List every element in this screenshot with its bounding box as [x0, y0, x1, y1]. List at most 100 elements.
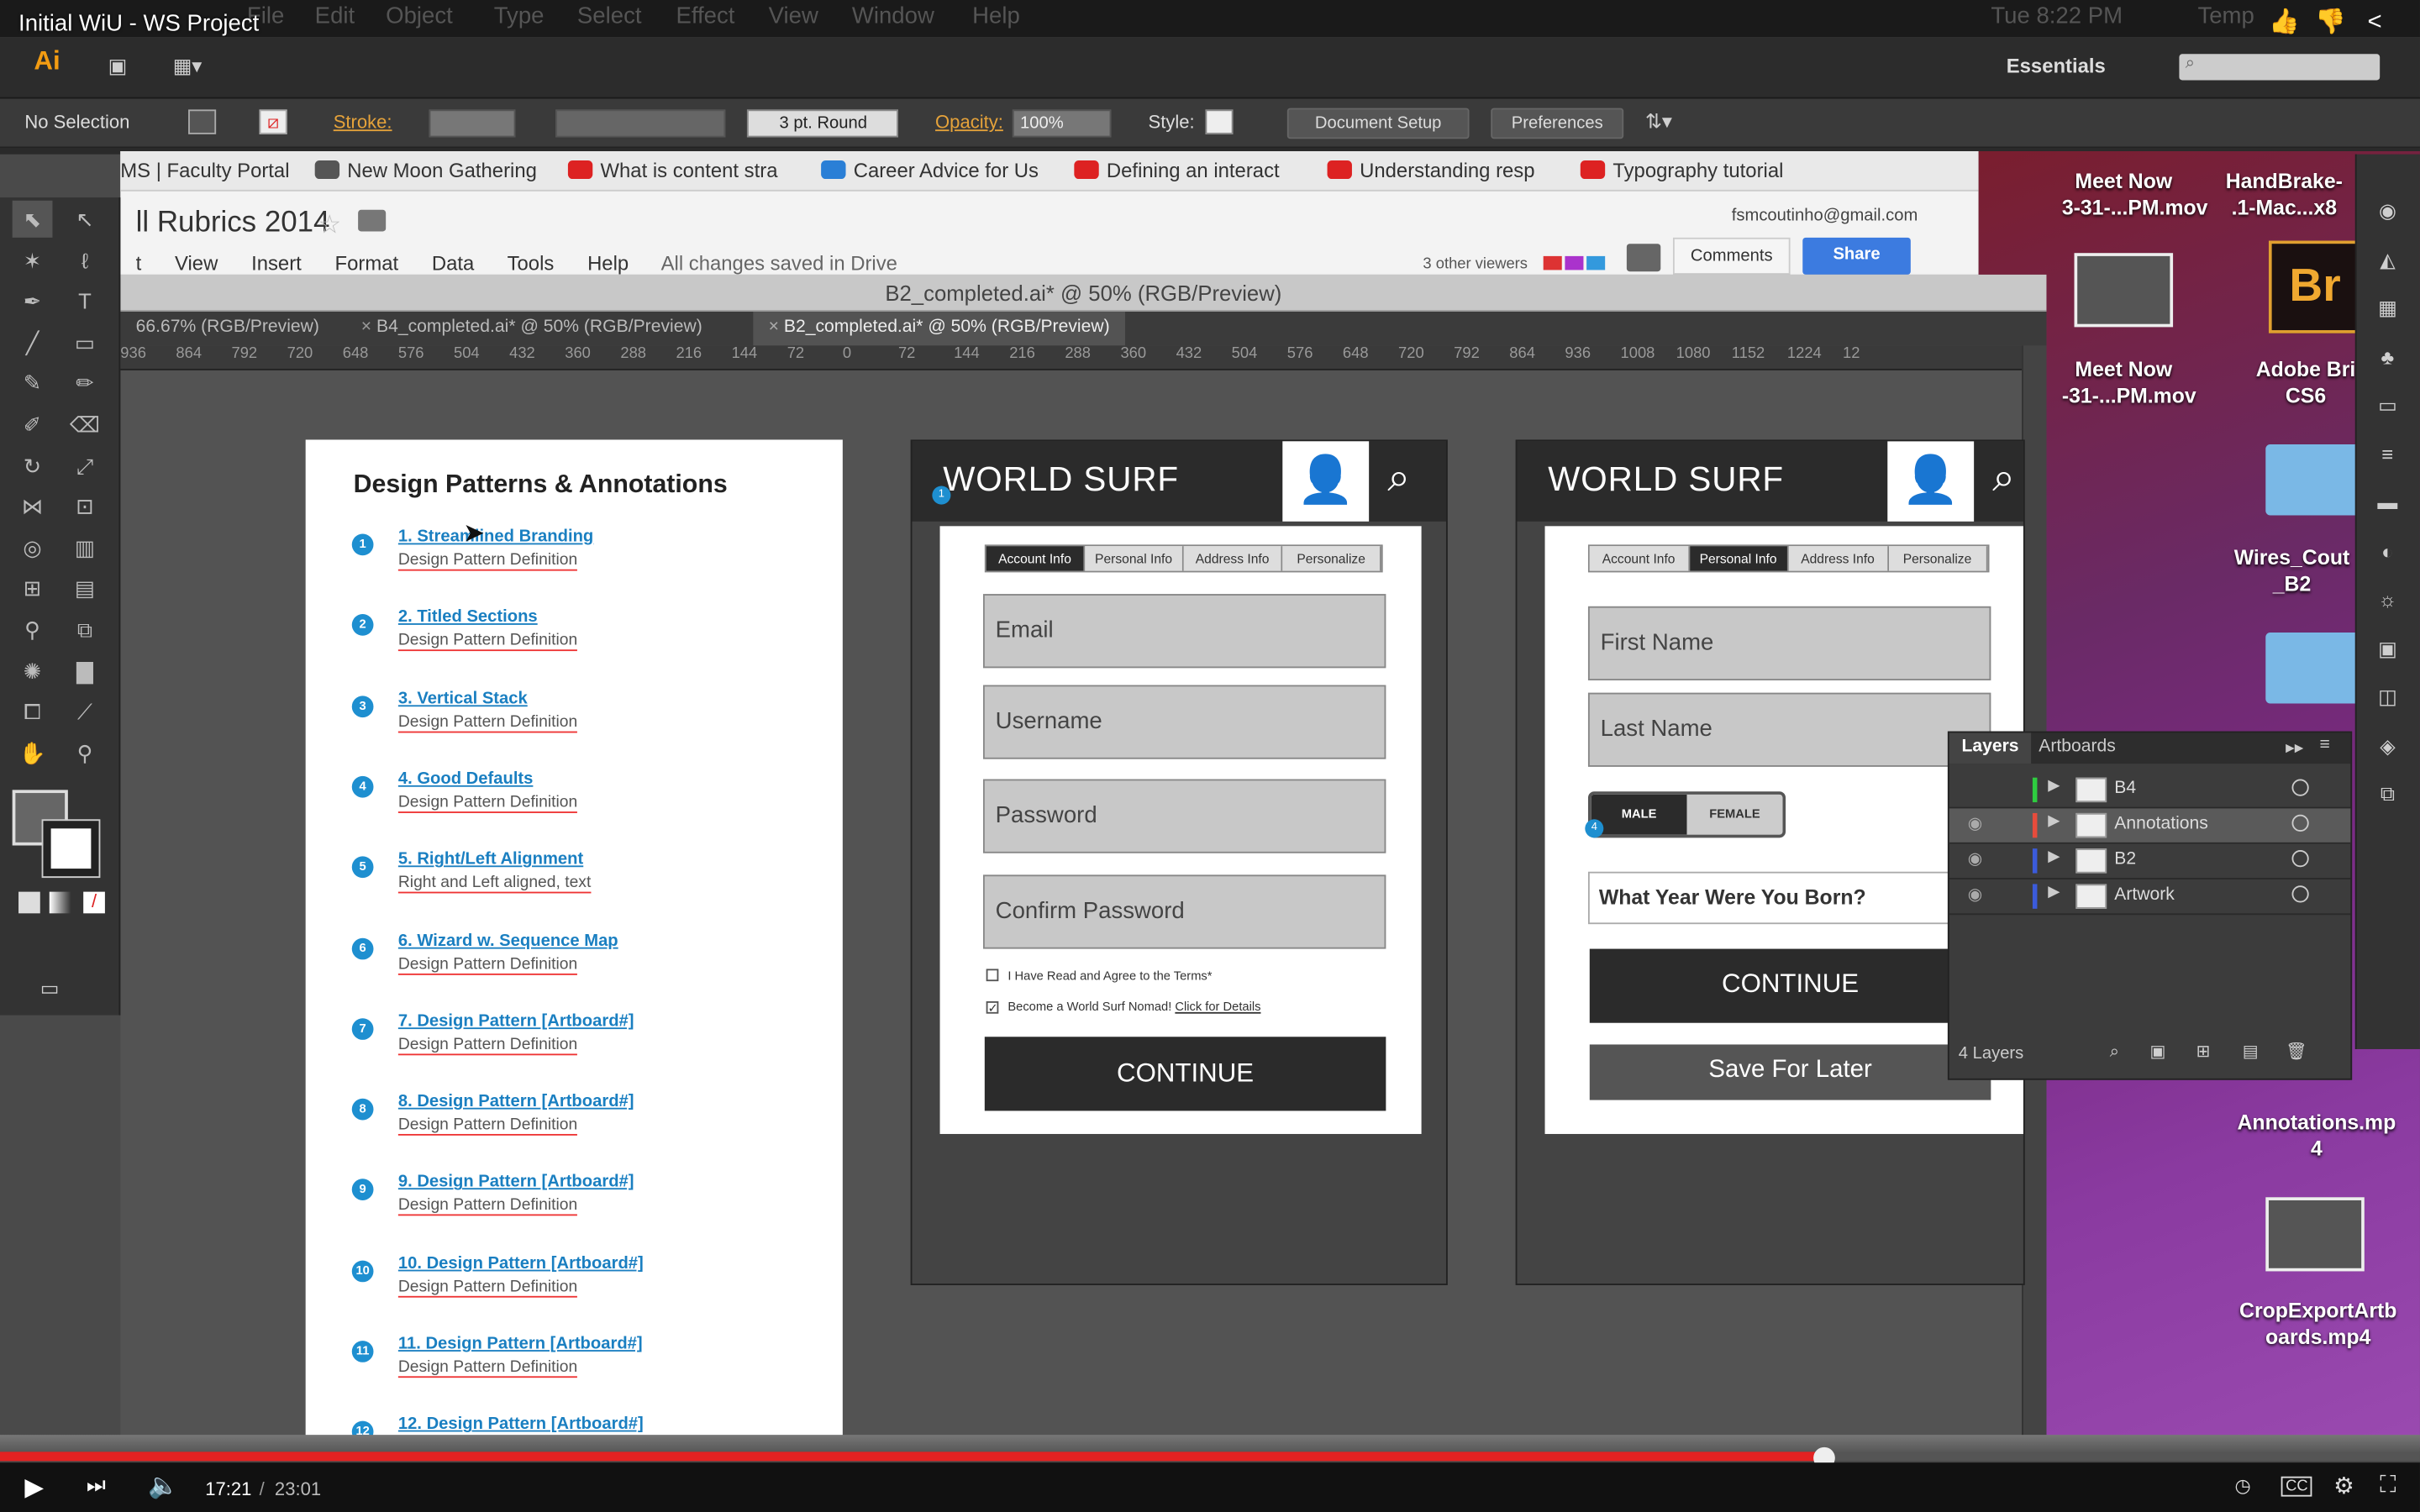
details-link[interactable]: Click for Details — [1175, 1000, 1260, 1014]
rectangle-tool-icon[interactable]: ▭ — [65, 323, 105, 360]
free-transform-tool-icon[interactable]: ⊡ — [65, 488, 105, 525]
folder-icon[interactable] — [2265, 444, 2362, 516]
visibility-eye-icon[interactable]: ◉ — [1968, 848, 1983, 869]
terms-checkbox[interactable]: I Have Read and Agree to the Terms* — [986, 969, 1212, 983]
shape-builder-tool-icon[interactable]: ◎ — [13, 529, 53, 566]
continue-button[interactable]: CONTINUE — [984, 1037, 1386, 1111]
bookmark-typography[interactable]: Typography tutorial — [1580, 159, 1783, 182]
bookmark-understanding-responsive[interactable]: Understanding resp — [1327, 159, 1535, 182]
bookmark-faculty-portal[interactable]: MS | Faculty Portal — [120, 159, 289, 182]
target-circle-icon[interactable] — [2291, 850, 2309, 868]
desktop-app-bridge[interactable]: Adobe Bri CS6 — [2244, 356, 2368, 408]
new-layer-icon[interactable]: ▤ — [2243, 1035, 2259, 1068]
brush-icon[interactable]: ◭ — [2370, 243, 2404, 276]
screen-mode-icon[interactable]: ▭ — [40, 972, 60, 1005]
workspace-switcher[interactable]: Essentials — [2007, 54, 2106, 77]
chat-icon[interactable] — [1626, 244, 1661, 272]
step-account-info[interactable]: Account Info — [1589, 546, 1690, 571]
desktop-file-annotations[interactable]: Annotations.mp 4 — [2232, 1110, 2402, 1162]
annotation-title-link[interactable]: 3. Vertical Stack — [398, 689, 528, 707]
document-setup-button[interactable]: Document Setup — [1286, 108, 1470, 139]
fullscreen-icon[interactable]: ⛶ — [2380, 1472, 2396, 1498]
magic-wand-tool-icon[interactable]: ✶ — [13, 242, 53, 279]
expand-triangle-icon[interactable]: ▶ — [2048, 848, 2060, 865]
stroke-weight-field[interactable] — [429, 109, 516, 138]
color-guide-icon[interactable]: ▭ — [2370, 389, 2404, 423]
dislike-icon[interactable]: 👎 — [2315, 6, 2346, 39]
image-trace-icon[interactable]: ◫ — [2370, 680, 2404, 714]
zoom-tool-icon[interactable]: ⚲ — [65, 734, 105, 771]
annotation-title-link[interactable]: 6. Wizard w. Sequence Map — [398, 931, 618, 949]
expand-triangle-icon[interactable]: ▶ — [2048, 778, 2060, 795]
tab-artboards[interactable]: Artboards — [2039, 738, 2116, 756]
swatches-icon[interactable]: ▣ — [2370, 632, 2404, 665]
user-icon[interactable]: 👤 — [1887, 441, 1975, 522]
volume-icon[interactable]: 🔈 — [148, 1470, 179, 1501]
target-circle-icon[interactable] — [2291, 885, 2309, 903]
watch-later-icon[interactable]: ◷ — [2235, 1475, 2251, 1497]
save-for-later-button[interactable]: Save For Later — [1589, 1044, 1991, 1100]
share-button[interactable]: Share — [1802, 237, 1911, 275]
scale-tool-icon[interactable]: ⤢ — [65, 447, 105, 484]
confirm-password-field[interactable]: Confirm Password — [982, 874, 1386, 949]
color-mode-icon[interactable] — [18, 891, 40, 914]
target-circle-icon[interactable] — [2291, 779, 2309, 796]
bookmark-defining-interaction[interactable]: Defining an interact — [1074, 159, 1280, 182]
menu-effect[interactable]: Effect — [676, 3, 734, 29]
paintbrush-tool-icon[interactable]: ✎ — [13, 365, 53, 402]
play-icon[interactable]: ▶ — [24, 1472, 44, 1503]
menu-type[interactable]: Type — [494, 3, 544, 29]
step-personal-info[interactable]: Personal Info — [1085, 546, 1184, 571]
eyedropper-tool-icon[interactable]: ⚲ — [13, 611, 53, 648]
selection-tool-icon[interactable]: ⬉ — [12, 200, 53, 238]
opacity-field[interactable]: 100% — [1012, 109, 1112, 138]
column-graph-tool-icon[interactable]: ▇ — [65, 652, 105, 689]
like-icon[interactable]: 👍 — [2269, 6, 2300, 39]
search-icon[interactable]: ⌕ — [1387, 454, 1410, 503]
next-icon[interactable]: ⏭ — [87, 1472, 106, 1498]
opacity-label[interactable]: Opacity: — [935, 111, 1003, 133]
annotation-title-link[interactable]: 5. Right/Left Alignment — [398, 850, 583, 869]
desktop-folder-wires[interactable]: Wires_Cout _B2 — [2223, 544, 2361, 596]
symbol-sprayer-tool-icon[interactable]: ✺ — [13, 652, 53, 689]
gradient-icon[interactable]: ▬ — [2370, 486, 2404, 520]
tab-document-3[interactable]: × B2_completed.ai* @ 50% (RGB/Preview) — [753, 312, 1125, 346]
variable-width-field[interactable] — [555, 109, 726, 138]
gradient-mode-icon[interactable] — [49, 891, 71, 914]
layer-row[interactable]: ▶ B4 — [1949, 773, 2351, 809]
stroke-icon[interactable]: ≡ — [2370, 438, 2404, 471]
menu-format[interactable]: Format — [335, 251, 399, 275]
type-tool-icon[interactable]: T — [65, 282, 105, 319]
continue-button[interactable]: CONTINUE — [1589, 948, 1991, 1023]
bookmark-new-moon[interactable]: New Moon Gathering — [314, 159, 537, 182]
stroke-color-swatch[interactable] — [41, 819, 101, 879]
artboards-icon[interactable]: ⧉ — [2370, 778, 2404, 811]
email-field[interactable]: Email — [982, 594, 1386, 669]
line-tool-icon[interactable]: ╱ — [13, 323, 53, 360]
annotation-title-link[interactable]: 10. Design Pattern [Artboard#] — [398, 1254, 644, 1273]
annotation-title-link[interactable]: 1. Streamlined Branding — [398, 528, 593, 546]
blob-brush-tool-icon[interactable]: ✐ — [13, 406, 53, 443]
collapse-icon[interactable]: ▸▸ — [2286, 736, 2303, 758]
gradient-tool-icon[interactable]: ▤ — [65, 570, 105, 606]
birth-year-select[interactable]: What Year Were You Born? — [1587, 871, 1991, 925]
step-address-info[interactable]: Address Info — [1183, 546, 1283, 571]
lasso-tool-icon[interactable]: ℓ — [65, 242, 105, 279]
desktop-file-handbrake[interactable]: HandBrake- .1-Mac...x8 — [2223, 168, 2346, 220]
menu-tools[interactable]: Tools — [508, 251, 555, 275]
visibility-eye-icon[interactable]: ◉ — [1968, 813, 1983, 833]
brush-definition-select[interactable]: 3 pt. Round — [746, 109, 898, 138]
new-sublayer-icon[interactable]: ⊞ — [2196, 1035, 2211, 1068]
expand-triangle-icon[interactable]: ▶ — [2048, 884, 2060, 900]
menu-object[interactable]: Object — [386, 3, 453, 29]
share-icon[interactable]: < — [2367, 6, 2381, 39]
locate-object-icon[interactable]: ⌕ — [2110, 1035, 2119, 1068]
perspective-grid-tool-icon[interactable]: ▥ — [65, 529, 105, 566]
captions-icon[interactable]: CC — [2281, 1476, 2313, 1497]
none-mode-icon[interactable]: / — [83, 892, 105, 914]
bookmark-career-advice[interactable]: Career Advice for Us — [821, 159, 1039, 182]
symbols-icon[interactable]: ▦ — [2370, 291, 2404, 325]
step-personalize[interactable]: Personalize — [1888, 546, 1988, 571]
step-personalize[interactable]: Personalize — [1282, 546, 1381, 571]
eraser-tool-icon[interactable]: ⌫ — [65, 406, 105, 443]
